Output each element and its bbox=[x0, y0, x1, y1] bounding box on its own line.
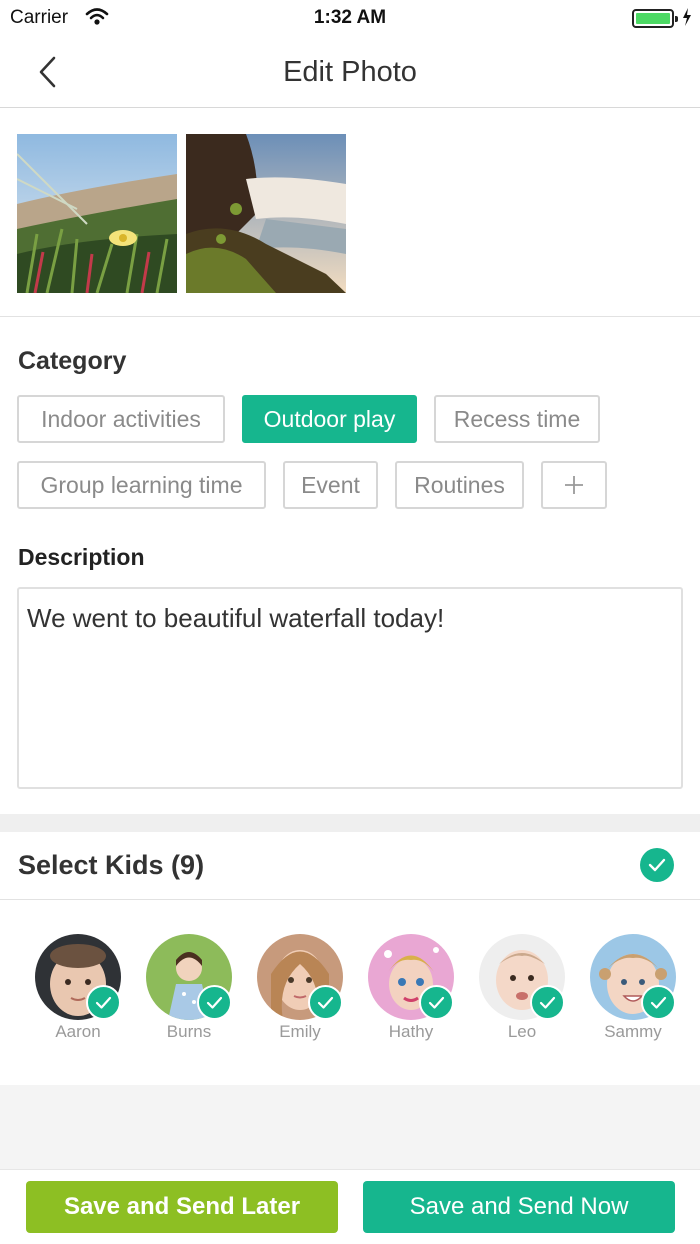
kid-name: Aaron bbox=[55, 1022, 101, 1041]
kid-item-sammy[interactable]: Sammy bbox=[577, 934, 687, 1054]
status-bar: Carrier 1:32 AM bbox=[0, 0, 700, 36]
chip-routines[interactable]: Routines bbox=[395, 461, 524, 509]
description-heading: Description bbox=[18, 544, 145, 570]
kid-item-hathy[interactable]: Hathy bbox=[355, 934, 465, 1054]
check-badge-icon bbox=[530, 985, 565, 1020]
photo-thumbnail-waterfall[interactable] bbox=[186, 134, 346, 293]
bottom-spacer bbox=[0, 1085, 700, 1169]
check-badge-icon bbox=[641, 985, 676, 1020]
chip-indoor-activities[interactable]: Indoor activities bbox=[17, 395, 225, 443]
chip-recess-time[interactable]: Recess time bbox=[434, 395, 600, 443]
kid-name: Burns bbox=[166, 1022, 212, 1041]
save-and-send-later-button[interactable]: Save and Send Later bbox=[26, 1181, 338, 1233]
battery-icon bbox=[632, 9, 678, 28]
status-time: 1:32 AM bbox=[313, 7, 387, 28]
nav-bar: Edit Photo bbox=[0, 36, 700, 108]
check-badge-icon bbox=[197, 985, 232, 1020]
kid-name: Sammy bbox=[604, 1022, 662, 1041]
section-divider bbox=[0, 814, 700, 832]
select-kids-header: Select Kids (9) bbox=[0, 832, 700, 900]
checkmark-icon bbox=[648, 858, 666, 872]
check-badge-icon bbox=[419, 985, 454, 1020]
kid-item-emily[interactable]: Emily bbox=[244, 934, 354, 1054]
check-badge-icon bbox=[308, 985, 343, 1020]
chip-outdoor-play[interactable]: Outdoor play bbox=[242, 395, 417, 443]
check-badge-icon bbox=[86, 985, 121, 1020]
kid-item-aaron[interactable]: Aaron bbox=[22, 934, 132, 1054]
save-and-send-now-button[interactable]: Save and Send Now bbox=[363, 1181, 675, 1233]
add-category-button[interactable] bbox=[541, 461, 607, 509]
category-heading: Category bbox=[18, 347, 127, 375]
kid-name: Hathy bbox=[388, 1022, 434, 1041]
chip-event[interactable]: Event bbox=[283, 461, 378, 509]
select-all-toggle[interactable] bbox=[640, 848, 674, 882]
kid-item-leo[interactable]: Leo bbox=[466, 934, 576, 1054]
plus-icon bbox=[565, 476, 583, 494]
kid-item-burns[interactable]: Burns bbox=[133, 934, 243, 1054]
charging-icon bbox=[682, 8, 692, 31]
select-kids-title: Select Kids (9) bbox=[18, 850, 205, 880]
kid-name: Emily bbox=[279, 1022, 321, 1041]
description-textarea[interactable]: We went to beautiful waterfall today! bbox=[17, 587, 683, 789]
photo-strip bbox=[0, 109, 700, 317]
action-bar: Save and Send Later Save and Send Now bbox=[0, 1169, 700, 1244]
kid-name: Leo bbox=[507, 1022, 537, 1041]
page-title: Edit Photo bbox=[283, 56, 417, 88]
photo-thumbnail-flowers[interactable] bbox=[17, 134, 177, 293]
chip-group-learning-time[interactable]: Group learning time bbox=[17, 461, 266, 509]
